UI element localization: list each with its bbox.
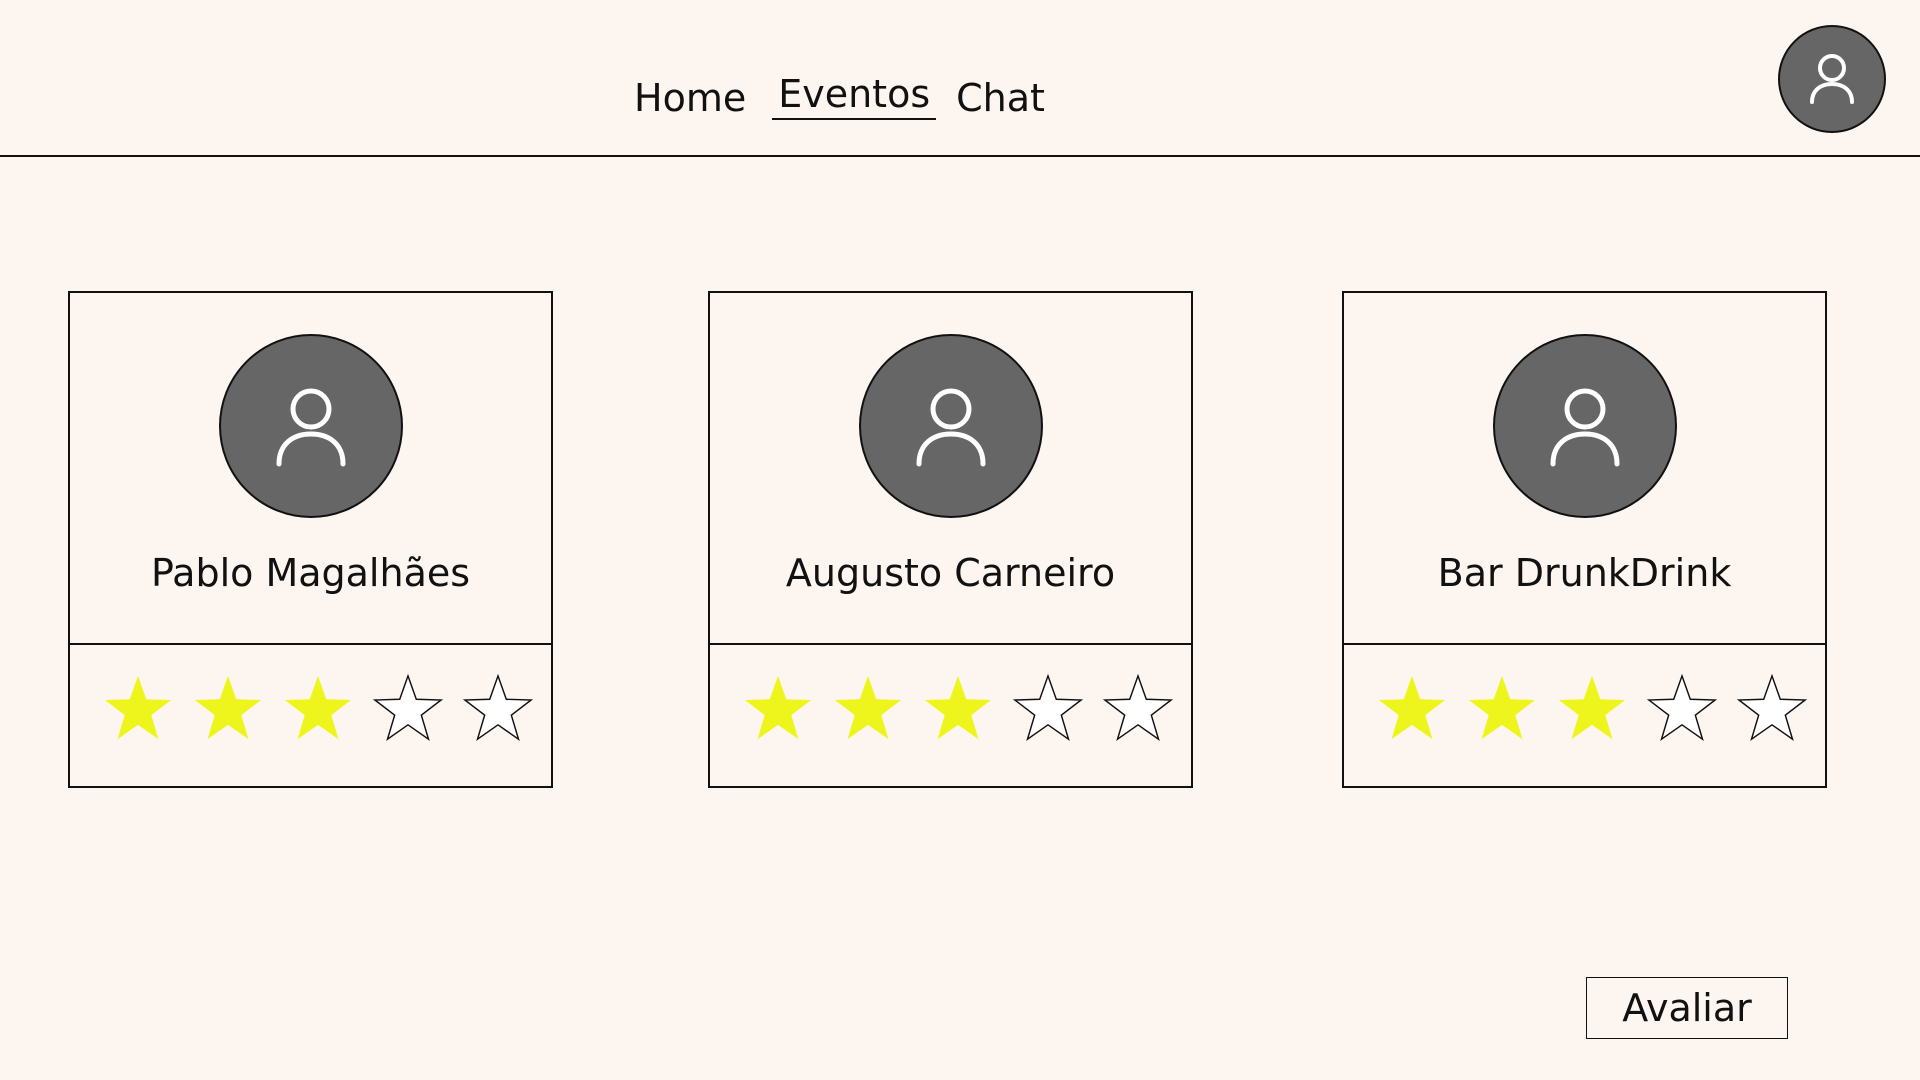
card-header: Pablo Magalhães (70, 293, 551, 645)
rating-card: Pablo Magalhães (68, 291, 553, 788)
card-header: Augusto Carneiro (710, 293, 1191, 645)
star-empty-icon[interactable] (1646, 673, 1718, 745)
main-nav: Home Eventos Chat (634, 70, 1045, 126)
card-name: Pablo Magalhães (150, 551, 471, 595)
star-filled-icon[interactable] (192, 673, 264, 745)
star-filled-icon[interactable] (1466, 673, 1538, 745)
top-navigation-bar: Home Eventos Chat (0, 0, 1920, 157)
star-filled-icon[interactable] (832, 673, 904, 745)
profile-button[interactable] (1778, 25, 1886, 133)
star-filled-icon[interactable] (922, 673, 994, 745)
nav-link-chat[interactable]: Chat (956, 70, 1045, 126)
card-name: Augusto Carneiro (785, 551, 1116, 595)
nav-link-eventos[interactable]: Eventos (772, 70, 937, 120)
star-empty-icon[interactable] (462, 673, 534, 745)
star-filled-icon[interactable] (282, 673, 354, 745)
star-rating[interactable] (1376, 673, 1808, 745)
user-icon (1810, 54, 1854, 104)
user-icon (916, 388, 985, 467)
star-empty-icon[interactable] (1736, 673, 1808, 745)
nav-link-home[interactable]: Home (634, 70, 746, 126)
rating-card: Augusto Carneiro (708, 291, 1193, 788)
user-icon (1550, 388, 1619, 467)
star-rating[interactable] (742, 673, 1174, 745)
star-empty-icon[interactable] (1102, 673, 1174, 745)
rate-button[interactable]: Avaliar (1586, 977, 1788, 1039)
star-filled-icon[interactable] (742, 673, 814, 745)
star-rating[interactable] (102, 673, 534, 745)
star-empty-icon[interactable] (372, 673, 444, 745)
star-empty-icon[interactable] (1012, 673, 1084, 745)
star-filled-icon[interactable] (102, 673, 174, 745)
avatar (218, 334, 403, 518)
star-filled-icon[interactable] (1376, 673, 1448, 745)
avatar (858, 334, 1043, 518)
user-icon (276, 388, 345, 467)
avatar (1492, 334, 1677, 518)
card-name: Bar DrunkDrink (1437, 551, 1732, 595)
rating-card: Bar DrunkDrink (1342, 291, 1827, 788)
star-filled-icon[interactable] (1556, 673, 1628, 745)
card-header: Bar DrunkDrink (1344, 293, 1825, 645)
